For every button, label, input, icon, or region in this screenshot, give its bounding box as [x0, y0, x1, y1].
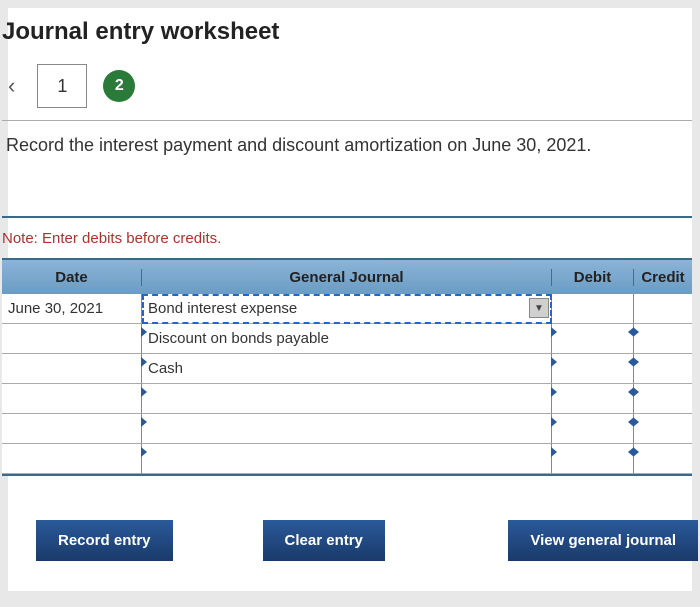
record-entry-button[interactable]: Record entry — [36, 520, 173, 561]
cell-debit[interactable] — [552, 414, 634, 444]
cell-credit[interactable] — [634, 354, 692, 384]
instruction-text: Record the interest payment and discount… — [2, 120, 692, 186]
cell-journal[interactable]: Discount on bonds payable — [142, 324, 552, 354]
button-row: Record entry Clear entry View general jo… — [36, 520, 692, 561]
cell-date[interactable] — [2, 324, 142, 354]
cell-date[interactable] — [2, 384, 142, 414]
cell-debit[interactable] — [552, 294, 634, 324]
clear-entry-button[interactable]: Clear entry — [263, 520, 385, 561]
cell-credit[interactable] — [634, 294, 692, 324]
cell-journal[interactable] — [142, 444, 552, 474]
table-row — [2, 384, 692, 414]
cell-journal[interactable] — [142, 384, 552, 414]
cell-journal[interactable] — [142, 414, 552, 444]
tab-1[interactable]: 1 — [37, 64, 87, 108]
header-journal: General Journal — [142, 269, 552, 286]
header-debit: Debit — [552, 269, 634, 286]
cell-date[interactable] — [2, 414, 142, 444]
cell-credit[interactable] — [634, 384, 692, 414]
table-row — [2, 414, 692, 444]
cell-debit[interactable] — [552, 354, 634, 384]
journal-grid: Date General Journal Debit Credit June 3… — [2, 258, 692, 476]
table-row — [2, 444, 692, 474]
grid-header: Date General Journal Debit Credit — [2, 260, 692, 294]
cell-date[interactable]: June 30, 2021 — [2, 294, 142, 324]
view-general-button[interactable]: View general journal — [508, 520, 698, 561]
prev-icon[interactable]: ‹ — [2, 73, 21, 99]
page-title: Journal entry worksheet — [2, 8, 692, 64]
header-date: Date — [2, 269, 142, 286]
cell-debit[interactable] — [552, 444, 634, 474]
table-row: Cash — [2, 354, 692, 384]
note-block: Note: Enter debits before credits. — [2, 216, 692, 258]
cell-credit[interactable] — [634, 324, 692, 354]
tab-2[interactable]: 2 — [103, 70, 135, 102]
table-row: June 30, 2021 Bond interest expense ▼ — [2, 294, 692, 324]
note-text: Note: Enter debits before credits. — [2, 230, 221, 247]
cell-journal[interactable]: Bond interest expense ▼ — [142, 294, 552, 324]
cell-journal-text: Bond interest expense — [148, 300, 297, 317]
cell-credit[interactable] — [634, 414, 692, 444]
cell-journal[interactable]: Cash — [142, 354, 552, 384]
cell-date[interactable] — [2, 444, 142, 474]
dropdown-icon[interactable]: ▼ — [529, 298, 549, 318]
cell-debit[interactable] — [552, 324, 634, 354]
tabs-row: ‹ 1 2 — [2, 64, 692, 120]
cell-debit[interactable] — [552, 384, 634, 414]
header-credit: Credit — [634, 269, 692, 286]
cell-date[interactable] — [2, 354, 142, 384]
table-row: Discount on bonds payable — [2, 324, 692, 354]
cell-credit[interactable] — [634, 444, 692, 474]
